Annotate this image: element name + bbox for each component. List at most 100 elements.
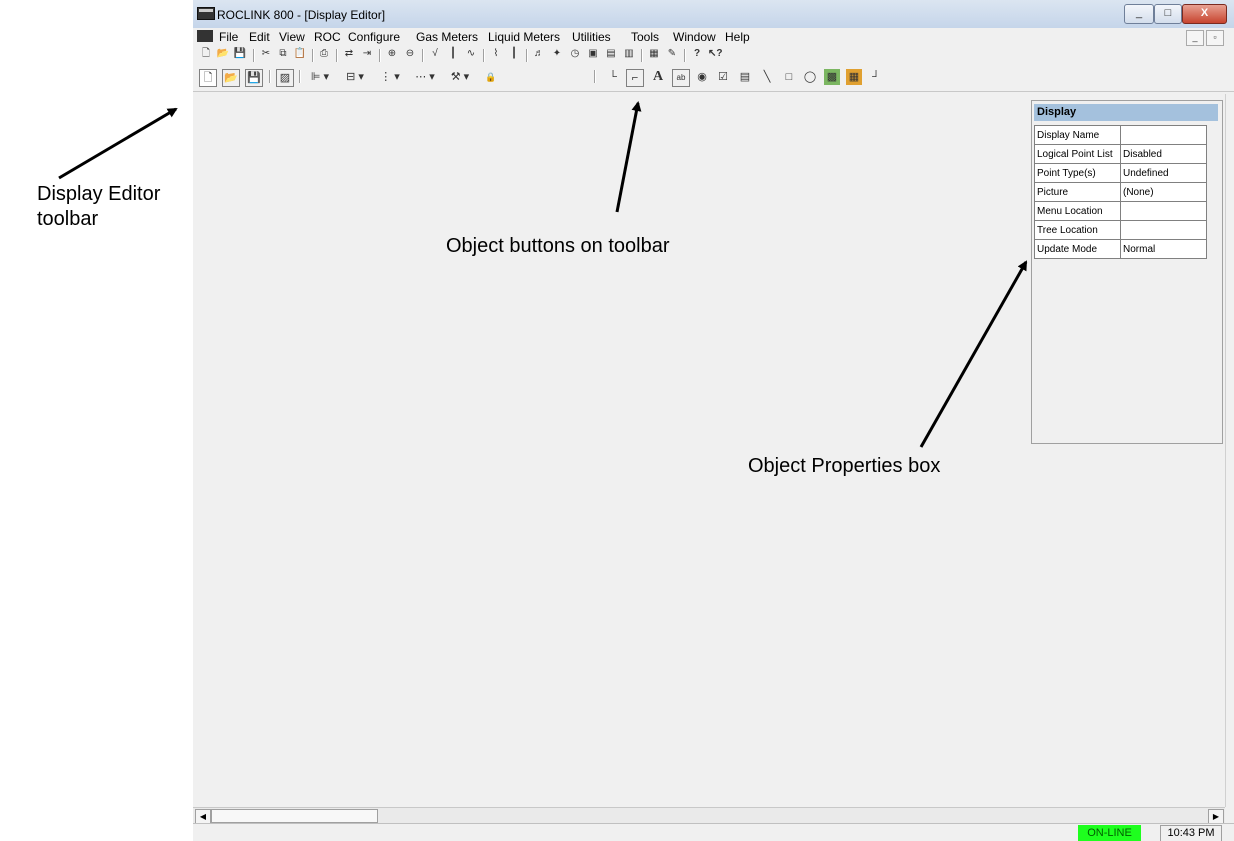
save-display-icon[interactable]: 💾 xyxy=(245,69,263,87)
minimize-button[interactable]: _ xyxy=(1124,4,1154,24)
context-help-icon[interactable]: ↖? xyxy=(708,47,723,61)
copy-icon[interactable]: ⧉ xyxy=(276,47,290,61)
prop-value[interactable]: Disabled xyxy=(1120,144,1207,164)
flame-icon[interactable]: ✦ xyxy=(550,47,564,61)
lock-icon[interactable]: 🔒 xyxy=(483,69,499,85)
form-icon[interactable]: ▨ xyxy=(276,69,294,87)
clock-icon[interactable]: ◷ xyxy=(568,47,582,61)
menu-help[interactable]: Help xyxy=(725,30,750,44)
menu-view[interactable]: View xyxy=(279,30,305,44)
application-window: ROCLINK 800 - [Display Editor] _ □ X Fil… xyxy=(193,0,1234,841)
scroll-thumb[interactable] xyxy=(211,809,378,823)
radio-icon[interactable]: ◉ xyxy=(694,69,710,85)
mdi-minimize-button[interactable]: _ xyxy=(1186,30,1204,46)
trend-icon[interactable]: √ xyxy=(428,47,442,61)
list-icon[interactable]: ▤ xyxy=(737,69,753,85)
prop-key: Update Mode xyxy=(1034,239,1121,259)
connect-icon[interactable]: ⇄ xyxy=(342,47,356,61)
props-row[interactable]: Menu Location xyxy=(1034,201,1207,221)
open-display-icon[interactable]: 📂 xyxy=(222,69,240,87)
grid-icon[interactable]: ▦ xyxy=(846,69,862,85)
zoom-in-icon[interactable]: ⊕ xyxy=(385,47,399,61)
cut-icon[interactable]: ✂ xyxy=(259,47,273,61)
roclink-logo-icon xyxy=(197,7,215,20)
edit-icon[interactable]: ✎ xyxy=(665,47,679,61)
props-table: Display Name Logical Point List Disabled … xyxy=(1034,125,1207,259)
align-icon[interactable]: ⊫ ▾ xyxy=(306,69,334,85)
graph-icon[interactable]: ∿ xyxy=(464,47,478,61)
monitor-icon[interactable]: ▤ xyxy=(604,47,618,61)
annotation-display-editor-toolbar: Display Editor xyxy=(37,183,161,205)
panel-icon[interactable]: ▣ xyxy=(586,47,600,61)
prop-key: Picture xyxy=(1034,182,1121,202)
horizontal-scrollbar[interactable]: ◀ ▶ xyxy=(193,807,1225,824)
help-icon[interactable]: ? xyxy=(690,47,704,61)
flow-icon[interactable]: ♬ xyxy=(532,47,546,61)
prop-value[interactable] xyxy=(1120,220,1207,240)
paste-icon[interactable]: 📋 xyxy=(293,47,307,61)
chart-icon[interactable]: ▦ xyxy=(647,47,661,61)
group-box-icon[interactable]: ⌐ xyxy=(626,69,644,87)
scroll-left-button[interactable]: ◀ xyxy=(195,809,211,824)
zoom-out-icon[interactable]: ⊖ xyxy=(403,47,417,61)
frame-icon[interactable]: └ xyxy=(605,69,621,85)
online-status: ON-LINE xyxy=(1078,825,1141,841)
prop-value[interactable]: Normal xyxy=(1120,239,1207,259)
new-icon[interactable]: 🗋 xyxy=(199,47,213,61)
props-row[interactable]: Picture (None) xyxy=(1034,182,1207,202)
prop-value[interactable]: Undefined xyxy=(1120,163,1207,183)
scroll-right-button[interactable]: ▶ xyxy=(1208,809,1224,824)
spacing-icon[interactable]: ⋯ ▾ xyxy=(411,69,439,85)
props-row[interactable]: Display Name xyxy=(1034,125,1207,145)
open-icon[interactable]: 📂 xyxy=(216,47,230,61)
checkbox-icon[interactable]: ☑ xyxy=(715,69,731,85)
prop-key: Menu Location xyxy=(1034,201,1121,221)
props-row[interactable]: Update Mode Normal xyxy=(1034,239,1207,259)
menu-bar: File Edit View ROC Configure Gas Meters … xyxy=(193,28,1234,46)
menu-gas-meters[interactable]: Gas Meters xyxy=(416,30,478,44)
line-icon[interactable]: ╲ xyxy=(759,69,775,85)
object-properties-box: Display Display Name Logical Point List D… xyxy=(1031,100,1223,444)
menu-edit[interactable]: Edit xyxy=(249,30,270,44)
save-icon[interactable]: 💾 xyxy=(233,47,247,61)
print-icon[interactable]: ⎙ xyxy=(317,47,331,61)
menu-tools[interactable]: Tools xyxy=(631,30,659,44)
menu-roc[interactable]: ROC xyxy=(314,30,341,44)
menu-utilities[interactable]: Utilities xyxy=(572,30,611,44)
mdi-restore-button[interactable]: ▫ xyxy=(1206,30,1224,46)
props-row[interactable]: Tree Location xyxy=(1034,220,1207,240)
maximize-button[interactable]: □ xyxy=(1154,4,1182,24)
new-display-icon[interactable]: 🗋 xyxy=(199,69,217,87)
props-row[interactable]: Logical Point List Disabled xyxy=(1034,144,1207,164)
rectangle-icon[interactable]: □ xyxy=(781,69,797,85)
display-icon[interactable]: ▥ xyxy=(622,47,636,61)
prop-key: Logical Point List xyxy=(1034,144,1121,164)
distribute-icon[interactable]: ⋮ ▾ xyxy=(376,69,404,85)
text-icon[interactable]: A xyxy=(650,69,666,85)
image-icon[interactable]: ▩ xyxy=(824,69,840,85)
prop-value[interactable]: (None) xyxy=(1120,182,1207,202)
display-editor-toolbar: 🗋 📂 💾 ▨ ⊫ ▾ ⊟ ▾ ⋮ ▾ ⋯ ▾ ⚒ ▾ 🔒 └ ⌐ A ab ◉… xyxy=(193,67,1234,92)
end-icon[interactable]: ┘ xyxy=(868,69,884,85)
close-button[interactable]: X xyxy=(1182,4,1227,24)
menu-file[interactable]: File xyxy=(219,30,238,44)
signal-icon[interactable]: ⌇ xyxy=(489,47,503,61)
layout-icon[interactable]: ⊟ ▾ xyxy=(341,69,369,85)
ellipse-icon[interactable]: ◯ xyxy=(802,69,818,85)
status-bar: ON-LINE 10:43 PM xyxy=(193,823,1234,841)
bars-icon[interactable]: ┃ xyxy=(446,47,460,61)
annotation-properties-box: Object Properties box xyxy=(748,455,941,477)
tools-icon[interactable]: ⚒ ▾ xyxy=(446,69,474,85)
props-row[interactable]: Point Type(s) Undefined xyxy=(1034,163,1207,183)
textbox-icon[interactable]: ab xyxy=(672,69,690,87)
prop-value[interactable] xyxy=(1120,125,1207,145)
menu-window[interactable]: Window xyxy=(673,30,716,44)
menu-configure[interactable]: Configure xyxy=(348,30,400,44)
column-icon[interactable]: ┃ xyxy=(507,47,521,61)
vertical-scrollbar[interactable] xyxy=(1225,94,1234,807)
menu-liquid-meters[interactable]: Liquid Meters xyxy=(488,30,560,44)
prop-value[interactable] xyxy=(1120,201,1207,221)
roclink-menu-icon[interactable] xyxy=(197,30,213,42)
disconnect-icon[interactable]: ⇥ xyxy=(360,47,374,61)
standard-toolbar: 🗋 📂 💾 ✂ ⧉ 📋 ⎙ ⇄ ⇥ ⊕ ⊖ √ ┃ ∿ ⌇ ┃ ♬ ✦ ◷ ▣ … xyxy=(193,46,1234,67)
